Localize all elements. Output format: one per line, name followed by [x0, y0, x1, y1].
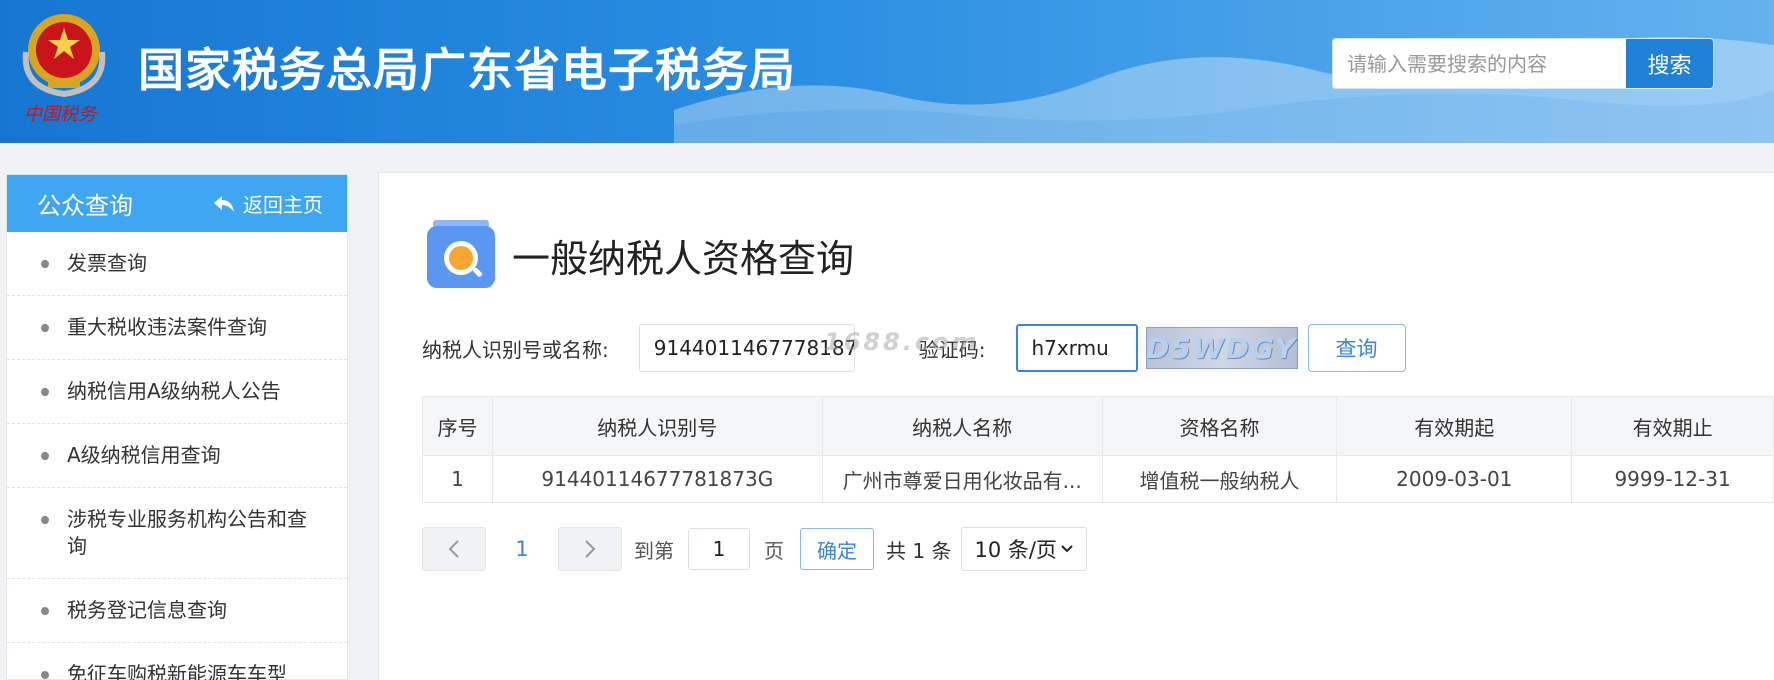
current-page-number[interactable]: 1	[486, 537, 558, 561]
svg-text:中国税务: 中国税务	[24, 104, 98, 125]
chevron-right-icon	[585, 540, 596, 558]
cell-start-date: 2009-03-01	[1336, 455, 1573, 503]
col-index: 序号	[422, 396, 493, 456]
col-taxpayer-id: 纳税人识别号	[491, 396, 823, 456]
taxpayer-id-input[interactable]: 9144011467778187 3G	[638, 324, 855, 372]
cell-qualification: 增值税一般纳税人	[1101, 455, 1338, 503]
search-query-icon	[427, 220, 495, 288]
sidebar-item-tax-service-agency[interactable]: 涉税专业服务机构公告和查询	[7, 488, 347, 579]
captcha-input[interactable]: h7xrmu	[1015, 324, 1138, 372]
sidebar-item-invoice-query[interactable]: 发票查询	[7, 232, 347, 296]
goto-prefix: 到第	[634, 538, 674, 563]
back-arrow-icon	[214, 195, 234, 212]
goto-suffix: 页	[764, 538, 784, 563]
sidebar-header: 公众查询 返回主页	[7, 175, 347, 232]
site-title: 国家税务总局广东省电子税务局	[138, 43, 796, 97]
cell-end-date: 9999-12-31	[1571, 455, 1774, 503]
search-button[interactable]: 搜索	[1625, 39, 1713, 88]
prev-page-button[interactable]	[422, 527, 486, 571]
national-emblem-icon: 中国税务	[22, 14, 106, 125]
sidebar-item-label: A级纳税信用查询	[67, 443, 221, 467]
chevron-left-icon	[448, 540, 459, 558]
results-table: 序号 纳税人识别号 纳税人名称 资格名称 有效期起 有效期止 1 9144011…	[422, 396, 1774, 503]
sidebar: 公众查询 返回主页 发票查询 重大税收违法案件查询 纳税信用A级纳税人公告 A级…	[6, 174, 348, 680]
sidebar-item-label: 纳税信用A级纳税人公告	[67, 379, 281, 403]
goto-page-input[interactable]: 1	[688, 528, 750, 570]
sidebar-item-a-grade-announcement[interactable]: 纳税信用A级纳税人公告	[7, 360, 347, 424]
sidebar-item-label: 税务登记信息查询	[67, 598, 227, 622]
page-size-select[interactable]: 10 条/页	[961, 527, 1088, 571]
taxpayer-label: 纳税人识别号或名称:	[422, 337, 609, 362]
sidebar-item-label: 免征车购税新能源车车型	[67, 662, 287, 680]
chevron-down-icon	[1061, 545, 1074, 553]
sidebar-menu: 发票查询 重大税收违法案件查询 纳税信用A级纳税人公告 A级纳税信用查询 涉税专…	[7, 232, 347, 680]
sidebar-item-label: 重大税收违法案件查询	[67, 315, 267, 339]
pagination: 1 到第 1 页 确定 共 1 条 10 条/页	[422, 527, 1088, 571]
col-start-date: 有效期起	[1336, 396, 1573, 456]
query-button[interactable]: 查询	[1307, 324, 1406, 372]
sidebar-item-a-grade-query[interactable]: A级纳税信用查询	[7, 424, 347, 488]
cell-taxpayer-id: 91440114677781873G	[491, 455, 823, 503]
page-title: 一般纳税人资格查询	[512, 237, 855, 281]
watermark-text: 1688.com	[824, 328, 980, 356]
next-page-button[interactable]	[558, 527, 622, 571]
sidebar-item-tax-violation-query[interactable]: 重大税收违法案件查询	[7, 296, 347, 360]
search-input[interactable]	[1333, 39, 1625, 88]
col-qualification: 资格名称	[1101, 396, 1338, 456]
search-box: 搜索	[1332, 38, 1714, 89]
sidebar-item-label: 发票查询	[67, 251, 147, 275]
site-header: 中国税务 国家税务总局广东省电子税务局 搜索	[0, 0, 1774, 143]
back-home-label: 返回主页	[243, 193, 323, 217]
col-end-date: 有效期止	[1571, 396, 1774, 456]
table-header-row: 序号 纳税人识别号 纳税人名称 资格名称 有效期起 有效期止	[422, 396, 1774, 456]
sidebar-title: 公众查询	[37, 192, 133, 220]
col-taxpayer-name: 纳税人名称	[821, 396, 1103, 456]
total-count: 共 1 条	[886, 538, 952, 563]
back-home-link[interactable]: 返回主页	[213, 189, 323, 218]
sidebar-item-tax-registration-query[interactable]: 税务登记信息查询	[7, 579, 347, 643]
table-row: 1 91440114677781873G 广州市尊爱日用化妆品有... 增值税一…	[422, 455, 1774, 503]
page-size-value: 10 条/页	[974, 538, 1057, 562]
sidebar-item-label: 涉税专业服务机构公告和查询	[67, 507, 307, 558]
cell-taxpayer-name: 广州市尊爱日用化妆品有...	[821, 455, 1103, 503]
goto-confirm-button[interactable]: 确定	[800, 528, 874, 570]
sidebar-item-ev-tax-exemption[interactable]: 免征车购税新能源车车型	[7, 643, 347, 680]
cell-index: 1	[422, 455, 493, 503]
captcha-image[interactable]: D5WDGY	[1145, 327, 1298, 369]
